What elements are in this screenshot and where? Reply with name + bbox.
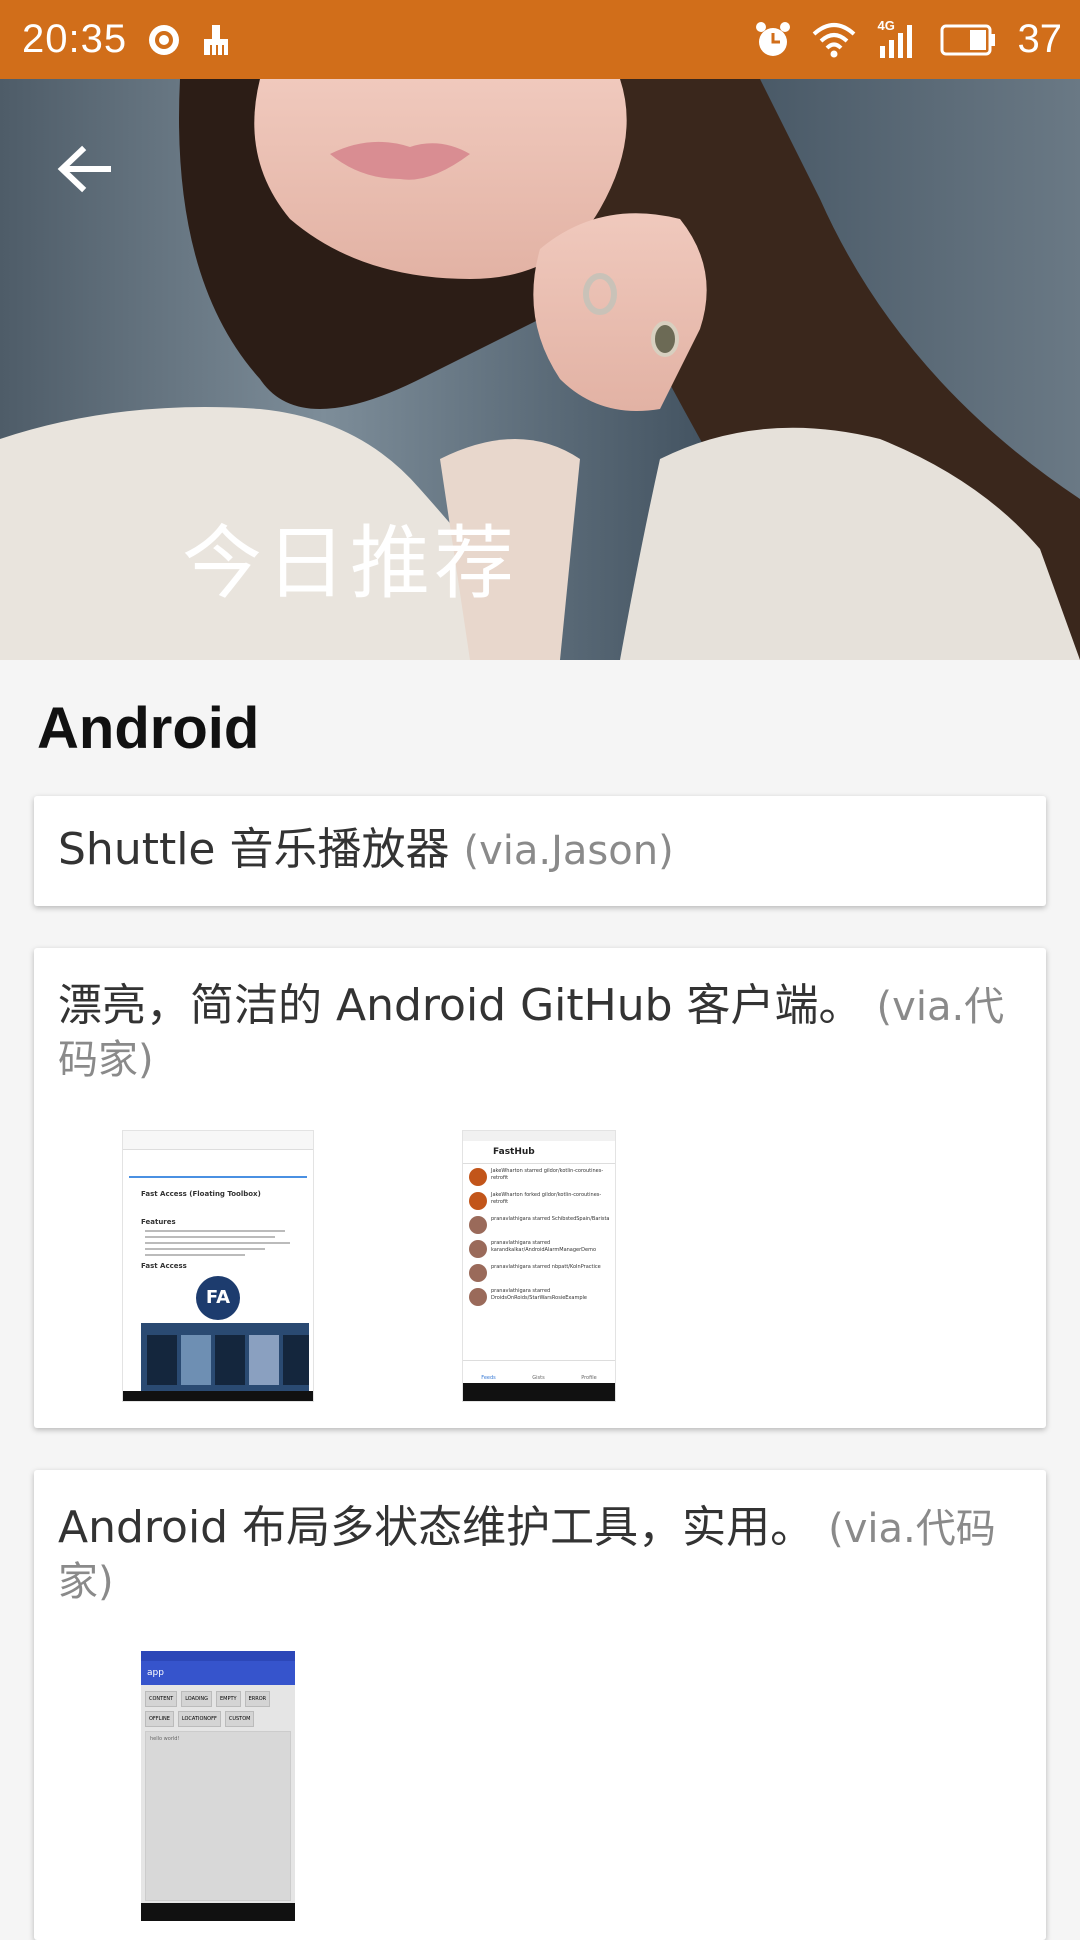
- battery-icon: [940, 24, 995, 55]
- card-text: Shuttle 音乐播放器 (via.Jason): [58, 824, 1022, 877]
- thumb-fast-access: Fast Access: [141, 1262, 187, 1270]
- section-title: Android: [37, 696, 260, 761]
- thumb-toolbar: FastHub: [463, 1141, 615, 1164]
- article-card[interactable]: Android 布局多状态维护工具，实用。 (via.代码家) app CONT…: [34, 1470, 1046, 1940]
- thumb-phones: [141, 1323, 309, 1393]
- broom-icon: [204, 24, 229, 55]
- card-text: 漂亮，简洁的 Android GitHub 客户端。 (via.代码家): [58, 980, 1022, 1086]
- card-via: (via.Jason): [463, 828, 674, 874]
- thumb-statusbar: [463, 1131, 615, 1141]
- article-card[interactable]: Shuttle 音乐播放器 (via.Jason): [34, 796, 1046, 906]
- card-title: Shuttle 音乐播放器: [58, 824, 450, 875]
- hero-photo: [0, 79, 1080, 660]
- card-title: Android 布局多状态维护工具，实用。: [58, 1502, 815, 1553]
- thumb-app-title: FastHub: [493, 1147, 535, 1157]
- hero-title: 今日推荐: [182, 517, 518, 610]
- thumb-statusbar: [141, 1651, 295, 1661]
- battery-level: 37: [1017, 17, 1063, 61]
- screenshot-thumbnail[interactable]: app CONTENT LOADING EMPTY ERROR OFFLINE …: [141, 1651, 295, 1921]
- card-title: 漂亮，简洁的 Android GitHub 客户端。: [58, 980, 863, 1031]
- back-arrow-icon[interactable]: [50, 134, 120, 204]
- thumb-feed: JakeWharton starred gildor/kotlin-corout…: [463, 1164, 615, 1306]
- thumb-header: [123, 1131, 313, 1150]
- thumb-nav-bar: [123, 1391, 313, 1401]
- thumb-features: Features: [141, 1218, 176, 1226]
- thumb-app-title: app: [141, 1661, 295, 1685]
- thumb-content-area: hello world!: [145, 1731, 291, 1901]
- thumb-lines: [145, 1230, 313, 1256]
- wifi-icon: [812, 22, 855, 57]
- screenshot-thumbnail[interactable]: Fast Access (Floating Toolbox) Features …: [122, 1130, 314, 1402]
- article-card[interactable]: 漂亮，简洁的 Android GitHub 客户端。 (via.代码家) Fas…: [34, 948, 1046, 1428]
- thumb-nav-bar: [463, 1383, 615, 1401]
- cell-signal-icon: 4G: [876, 18, 920, 60]
- status-bar: 20:35 4G 37: [0, 0, 1080, 79]
- status-time: 20:35: [22, 17, 128, 61]
- card-text: Android 布局多状态维护工具，实用。 (via.代码家): [58, 1502, 1022, 1608]
- thumb-heading: Fast Access (Floating Toolbox): [141, 1190, 261, 1198]
- thumb-bottom-tabs: Feeds Gists Profile: [463, 1360, 615, 1381]
- alarm-icon: [755, 21, 790, 56]
- thumb-buttons: CONTENT LOADING EMPTY ERROR OFFLINE LOCA…: [141, 1685, 295, 1733]
- fasthub-logo: FA: [196, 1276, 240, 1320]
- screenshot-thumbnail[interactable]: FastHub JakeWharton starred gildor/kotli…: [462, 1130, 616, 1402]
- thumb-nav-bar: [141, 1903, 295, 1921]
- circle-notification-icon: [149, 24, 180, 55]
- thumb-tabs: [129, 1166, 307, 1178]
- hero-banner: 今日推荐: [0, 79, 1080, 660]
